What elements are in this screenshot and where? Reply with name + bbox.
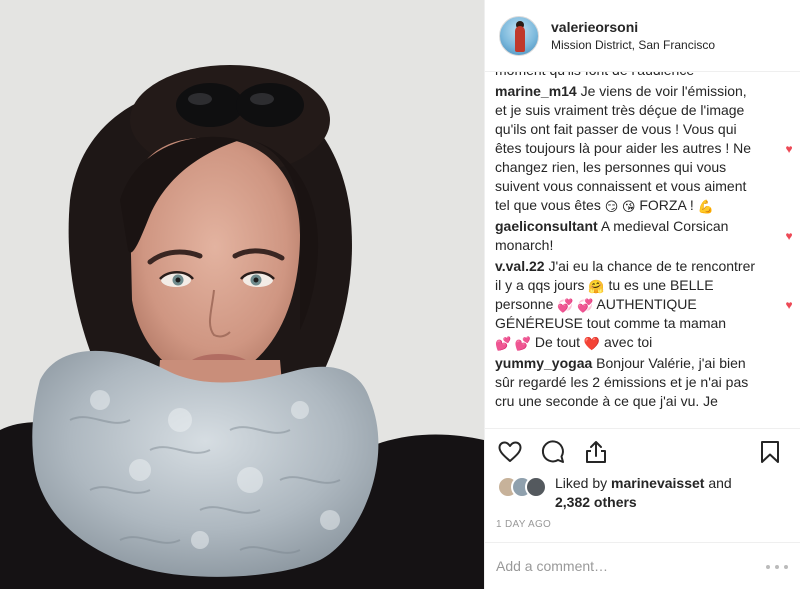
post-timestamp[interactable]: 1 day ago <box>496 519 551 530</box>
post-location[interactable]: Mission District, San Francisco <box>551 37 715 54</box>
bookmark-icon[interactable] <box>757 439 783 465</box>
comment-username[interactable]: yummy_yogaa <box>495 355 592 371</box>
comment-username[interactable]: v.val.22 <box>495 258 545 274</box>
comment-like-heart-icon[interactable]: ♥ <box>783 299 795 311</box>
portrait-illustration <box>0 0 484 589</box>
comment-bubble-icon[interactable] <box>540 439 566 465</box>
post-photo[interactable] <box>0 0 484 589</box>
comment-item: marine_m14 Je viens de voir l'émission, … <box>495 82 793 215</box>
comment-emoji: ❤️ <box>583 336 601 351</box>
comment-emoji: 🤗 <box>588 279 605 294</box>
comment-item: yummy_yogaa Bonjour Valérie, j'ai bien s… <box>495 354 757 411</box>
post-header: valerieorsoni Mission District, San Fran… <box>485 0 800 72</box>
comment-username[interactable]: gaeliconsultant <box>495 218 598 234</box>
comment-emoji: 💕 💕 <box>495 336 531 351</box>
comment-emoji: 💞 💞 <box>557 298 594 313</box>
comment-text: De tout <box>534 334 581 350</box>
liker-username[interactable]: marinevaisset <box>611 475 704 491</box>
post-side-panel: valerieorsoni Mission District, San Fran… <box>484 0 800 589</box>
share-icon[interactable] <box>583 439 609 465</box>
author-meta: valerieorsoni Mission District, San Fran… <box>551 18 715 54</box>
likes-summary: Liked by marinevaisset and 2,382 others <box>497 474 797 514</box>
author-username[interactable]: valerieorsoni <box>551 18 715 36</box>
post-actions-bar <box>485 428 800 472</box>
liked-by-label: Liked by <box>555 475 608 491</box>
liker-avatar <box>525 476 547 498</box>
comments-list[interactable]: moment qu'ils font de l'audience marine_… <box>485 72 800 428</box>
comment-text: Je viens de voir l'émission, et je suis … <box>495 83 752 213</box>
comment-like-heart-icon[interactable]: ♥ <box>783 230 795 242</box>
comment-text: FORZA ! <box>639 197 694 213</box>
comment-username[interactable]: marine_m14 <box>495 83 577 99</box>
comment-emoji: 😏 😘 <box>604 199 636 214</box>
truncated-comment-text: moment qu'ils font de l'audience <box>495 72 757 80</box>
comment-text: avec toi <box>604 334 653 350</box>
add-comment-bar <box>484 542 800 589</box>
author-avatar[interactable] <box>499 15 539 56</box>
likes-count[interactable]: 2,382 others <box>555 494 637 510</box>
likes-text: Liked by marinevaisset and 2,382 others <box>555 474 732 512</box>
comment-item: v.val.22 J'ai eu la chance de te rencont… <box>495 257 793 352</box>
comment-emoji: 💪 <box>697 199 714 214</box>
comment-like-heart-icon[interactable]: ♥ <box>783 143 795 155</box>
liker-avatars[interactable] <box>497 476 549 500</box>
comment-item: gaeliconsultant A medieval Corsican mona… <box>495 217 793 255</box>
heart-outline-icon[interactable] <box>497 439 523 465</box>
more-options-icon[interactable] <box>766 560 788 574</box>
add-comment-input[interactable] <box>496 556 746 576</box>
likes-conjunction: and <box>708 475 732 491</box>
